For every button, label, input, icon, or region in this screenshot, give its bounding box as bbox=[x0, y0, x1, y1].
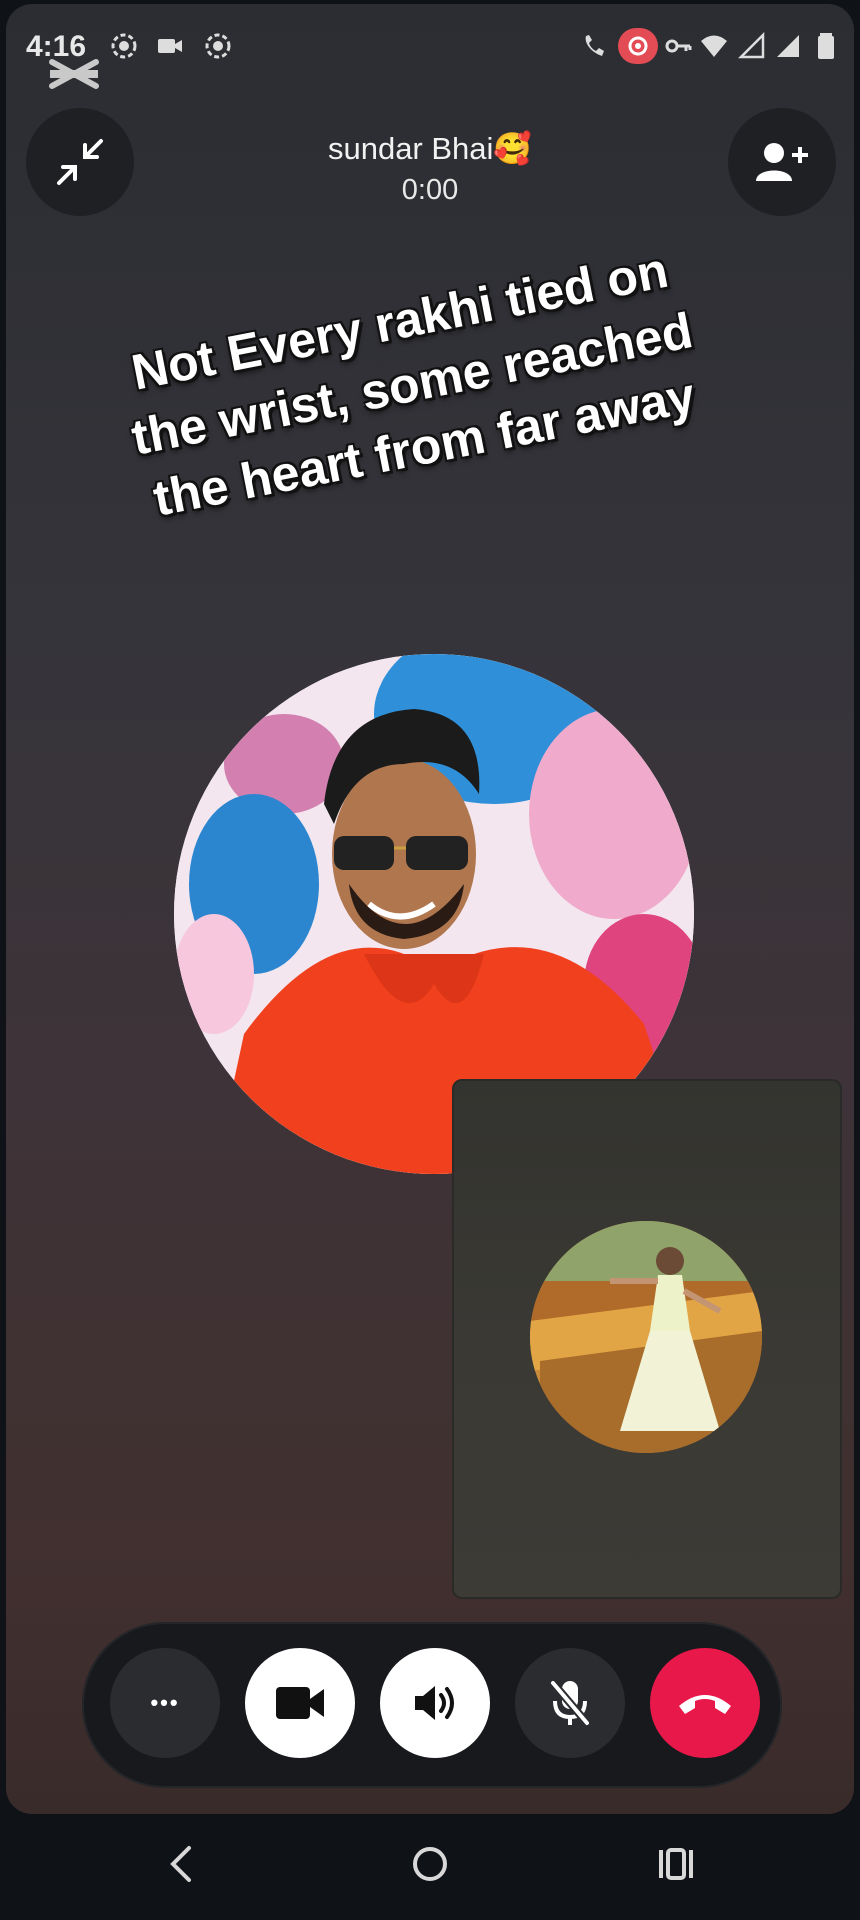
call-timer: 0:00 bbox=[401, 174, 459, 206]
recording-badge-icon bbox=[618, 28, 658, 64]
system-navigation-bar bbox=[0, 1814, 860, 1920]
mute-button[interactable] bbox=[515, 1648, 625, 1758]
wifi-call-icon bbox=[585, 35, 604, 56]
nav-home-button[interactable] bbox=[400, 1834, 460, 1894]
capcut-watermark-icon bbox=[49, 59, 99, 89]
end-call-button[interactable] bbox=[650, 1648, 760, 1758]
status-bar: 4:16 bbox=[6, 4, 854, 89]
vpn-key-icon bbox=[665, 39, 692, 53]
call-controls-bar: ••• bbox=[82, 1622, 782, 1788]
self-video-preview[interactable] bbox=[452, 1079, 842, 1599]
video-toggle-button[interactable] bbox=[245, 1648, 355, 1758]
call-screen: 4:16 sundar Bhai🥰 0:00 Not Every rakhi t… bbox=[6, 4, 854, 1814]
screen-record-icon-2 bbox=[205, 33, 231, 59]
video-caption-overlay: Not Every rakhi tied on the wrist, some … bbox=[127, 241, 700, 527]
mic-off-icon bbox=[549, 1680, 591, 1726]
nav-back-button[interactable] bbox=[150, 1834, 210, 1894]
back-chevron-icon bbox=[170, 1846, 191, 1882]
speaker-button[interactable] bbox=[380, 1648, 490, 1758]
self-photo bbox=[530, 1221, 762, 1453]
contact-name: sundar Bhai🥰 bbox=[327, 131, 533, 166]
signal-icon-1 bbox=[738, 32, 765, 59]
more-options-button[interactable]: ••• bbox=[110, 1648, 220, 1758]
speaker-icon bbox=[415, 1686, 454, 1720]
self-avatar bbox=[530, 1221, 762, 1453]
add-person-icon bbox=[756, 143, 808, 181]
add-participant-button[interactable] bbox=[728, 108, 836, 216]
hang-up-icon bbox=[679, 1695, 731, 1714]
video-camera-icon bbox=[276, 1687, 324, 1719]
wifi-icon bbox=[701, 35, 727, 57]
battery-icon bbox=[818, 33, 834, 59]
screen-record-icon bbox=[111, 33, 137, 59]
nav-recents-button[interactable] bbox=[646, 1834, 706, 1894]
more-options-label: ••• bbox=[150, 1690, 180, 1715]
home-circle-icon bbox=[413, 1847, 447, 1881]
signal-icon-2 bbox=[777, 35, 799, 57]
video-call-status-icon bbox=[158, 39, 182, 53]
recents-icon bbox=[659, 1848, 693, 1880]
